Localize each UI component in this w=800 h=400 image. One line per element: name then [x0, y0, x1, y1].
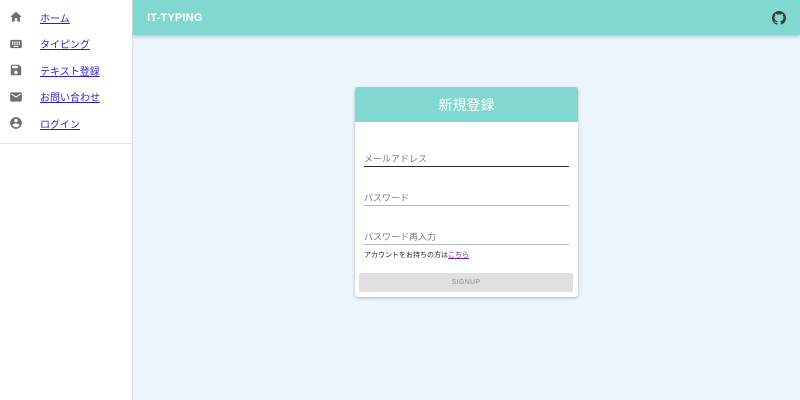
password-confirm-field: [364, 225, 569, 248]
app-bar: IT-TYPING: [133, 0, 800, 35]
nav-list: ホーム タイピング テキスト登録 お問い合わせ ログイン: [0, 0, 132, 144]
sidebar-item-login[interactable]: ログイン: [0, 110, 132, 137]
account-circle-icon: [9, 116, 23, 130]
sidebar-item-home[interactable]: ホーム: [0, 4, 132, 31]
account-prompt: アカウントをお持ちの方はこちら: [364, 250, 469, 260]
keyboard-icon: [9, 37, 23, 51]
password-input[interactable]: [364, 189, 569, 209]
account-prompt-text: アカウントをお持ちの方は: [364, 251, 448, 259]
email-input[interactable]: [364, 150, 569, 170]
navigation-drawer: ホーム タイピング テキスト登録 お問い合わせ ログイン: [0, 0, 133, 400]
sidebar-item-label[interactable]: お問い合わせ: [40, 89, 100, 104]
password-confirm-input[interactable]: [364, 228, 569, 248]
card-title: 新規登録: [438, 97, 495, 114]
card-header: 新規登録: [355, 87, 578, 122]
github-icon[interactable]: [772, 10, 786, 25]
app-title[interactable]: IT-TYPING: [147, 12, 203, 24]
password-field: [364, 186, 569, 209]
save-icon: [9, 63, 23, 77]
sidebar-item-label[interactable]: ホーム: [40, 10, 70, 25]
signup-button[interactable]: SIGNUP: [359, 273, 573, 292]
sidebar-item-label[interactable]: ログイン: [40, 116, 80, 131]
signup-card: 新規登録 アカウントをお持ちの方はこちら SIGNUP: [355, 87, 578, 297]
home-icon: [9, 10, 23, 24]
sidebar-item-label[interactable]: タイピング: [40, 36, 90, 51]
login-link[interactable]: こちら: [448, 251, 469, 259]
sidebar-item-text-register[interactable]: テキスト登録: [0, 57, 132, 84]
mail-icon: [9, 90, 23, 104]
sidebar-item-contact[interactable]: お問い合わせ: [0, 84, 132, 111]
email-field: [364, 147, 569, 170]
sidebar-item-label[interactable]: テキスト登録: [40, 63, 100, 78]
sidebar-item-typing[interactable]: タイピング: [0, 31, 132, 58]
